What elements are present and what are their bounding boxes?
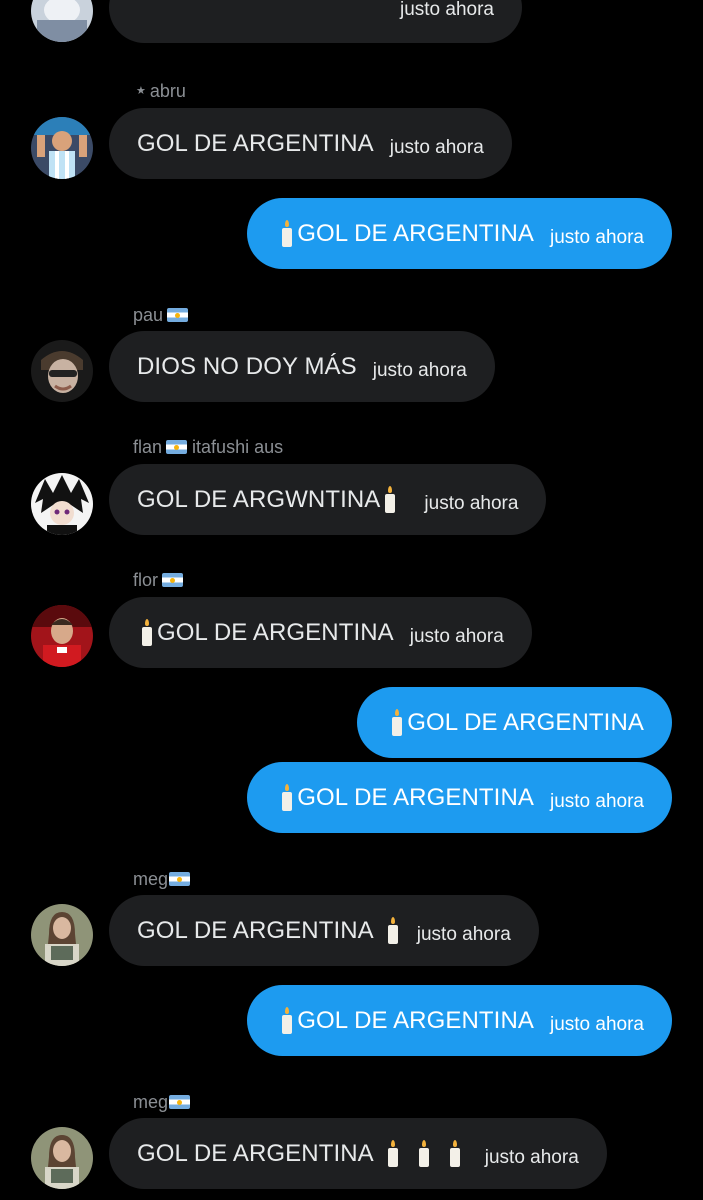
message-bubble-outgoing[interactable]: GOL DE ARGENTINA justo ahora — [247, 762, 672, 833]
avatar[interactable] — [31, 473, 93, 535]
argentina-flag-emoji-icon — [169, 1095, 191, 1109]
candle-emoji-icon — [280, 1006, 294, 1035]
candle-emoji-icon — [417, 1139, 431, 1168]
message-text: GOL DE ARGENTINA — [137, 916, 374, 944]
message-bubble[interactable]: GOL DE ARGWNTINA justo ahora — [109, 464, 547, 535]
candle-emoji-icon — [386, 1139, 400, 1168]
message-text: GOL DE ARGENTINA — [137, 129, 374, 157]
sender-name: flan itafushi aus — [133, 437, 284, 457]
message-text: DIOS NO DOY MÁS — [137, 352, 357, 380]
candle-emoji-icon — [390, 708, 404, 737]
argentina-flag-emoji-icon — [162, 573, 184, 587]
message-timestamp: justo ahora — [409, 625, 504, 647]
sender-name: pau — [133, 304, 189, 326]
sender-name: flor — [133, 569, 184, 591]
avatar[interactable] — [31, 0, 93, 42]
sender-name: meg — [133, 1091, 191, 1113]
avatar[interactable] — [31, 340, 93, 402]
message-timestamp: justo ahora — [549, 1013, 644, 1035]
message-bubble[interactable]: DIOS NO DOY MÁS justo ahora — [109, 331, 495, 402]
message-timestamp: justo ahora — [484, 1146, 579, 1168]
message-bubble-outgoing[interactable]: GOL DE ARGENTINA justo ahora — [247, 985, 672, 1056]
message-timestamp: justo ahora — [416, 923, 511, 945]
message-bubble[interactable]: justo ahora — [109, 0, 522, 43]
candle-emoji-icon — [280, 219, 294, 248]
message-timestamp: justo ahora — [399, 0, 494, 20]
message-text: GOL DE ARGENTINA — [407, 708, 644, 736]
avatar[interactable] — [31, 605, 93, 667]
argentina-flag-emoji-icon — [166, 440, 188, 454]
avatar[interactable] — [31, 904, 93, 966]
message-timestamp: justo ahora — [424, 492, 519, 514]
message-text: GOL DE ARGENTINA — [297, 1006, 534, 1034]
message-bubble[interactable]: GOL DE ARGENTINA justo ahora — [109, 895, 539, 966]
candle-emoji-icon — [383, 485, 397, 514]
message-bubble-outgoing[interactable]: GOL DE ARGENTINA justo ahora — [247, 198, 672, 269]
message-bubble[interactable]: GOL DE ARGENTINA justo ahora — [109, 1118, 607, 1189]
message-bubble-outgoing[interactable]: GOL DE ARGENTINA — [357, 687, 672, 758]
star-icon: ★ — [136, 85, 146, 97]
message-bubble[interactable]: GOL DE ARGENTINA justo ahora — [109, 108, 512, 179]
sender-name: meg — [133, 868, 191, 890]
message-timestamp: justo ahora — [549, 226, 644, 248]
avatar[interactable] — [31, 1127, 93, 1189]
avatar[interactable] — [31, 117, 93, 179]
candle-emoji-icon — [386, 916, 400, 945]
message-text: GOL DE ARGENTINA — [157, 618, 394, 646]
message-timestamp: justo ahora — [372, 359, 467, 381]
chat-thread: justo ahora ★ abru GOL DE ARGENTINA justo… — [0, 0, 703, 1200]
candle-emoji-icon — [280, 783, 294, 812]
candle-emoji-icon — [140, 618, 154, 647]
sender-name: ★ abru — [136, 81, 186, 101]
message-bubble[interactable]: GOL DE ARGENTINA justo ahora — [109, 597, 532, 668]
message-text: GOL DE ARGENTINA — [297, 783, 534, 811]
message-text: GOL DE ARGWNTINA — [137, 485, 381, 513]
argentina-flag-emoji-icon — [169, 872, 191, 886]
message-text: GOL DE ARGENTINA — [137, 1139, 374, 1167]
argentina-flag-emoji-icon — [167, 308, 189, 322]
message-timestamp: justo ahora — [549, 790, 644, 812]
message-text: GOL DE ARGENTINA — [297, 219, 534, 247]
candle-emoji-icon — [448, 1139, 462, 1168]
message-timestamp: justo ahora — [389, 136, 484, 158]
